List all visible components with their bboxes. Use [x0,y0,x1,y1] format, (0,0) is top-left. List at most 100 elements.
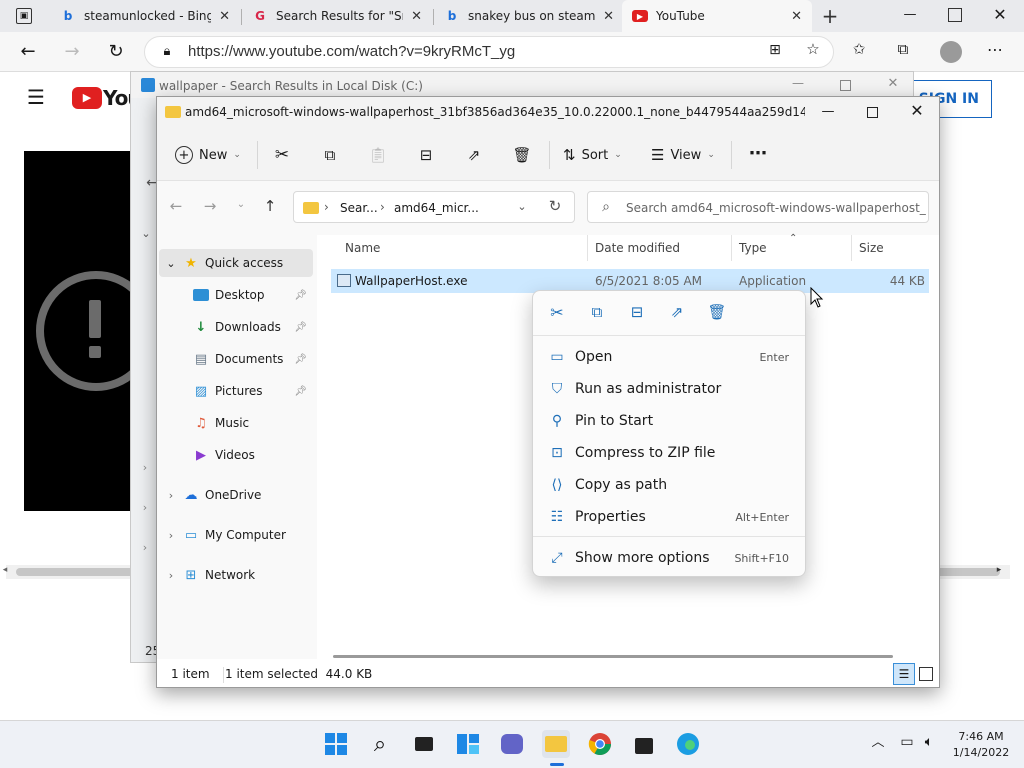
widgets-icon[interactable] [454,730,482,758]
apps-icon[interactable]: ⊞ [766,43,784,57]
close-icon[interactable]: ✕ [992,7,1008,23]
chevron-right-icon[interactable]: › [165,567,177,583]
column-type[interactable]: Type [739,241,767,255]
clock[interactable]: 7:46 AM 1/14/2022 [946,729,1016,761]
bg-chevron-right-icon[interactable]: › [139,462,151,473]
column-divider[interactable] [731,235,732,261]
file-explorer-icon[interactable] [542,730,570,758]
bg-close-icon[interactable]: ✕ [886,77,900,90]
pin-icon[interactable]: 📌︎ [294,322,307,333]
nav-pictures[interactable]: ▨ Pictures 📌︎ [159,377,313,405]
collections-icon[interactable]: ⧉ [894,42,912,57]
menu-open[interactable]: ▭ Open Enter [539,342,801,372]
address-breadcrumb[interactable]: › Sear... › amd64_micr... ⌄ ↻ [293,191,575,223]
add-favorite-icon[interactable]: ☆ [804,42,822,57]
view-button[interactable]: ☰ View ⌄ [651,144,715,166]
lock-icon[interactable]: 🔒︎ [160,43,174,59]
paste-icon[interactable]: 📋︎ [367,145,389,165]
tab-actions-icon[interactable]: ▣ [16,8,32,24]
menu-pin-to-start[interactable]: ⚲ Pin to Start [539,406,801,436]
breadcrumb-item[interactable]: Sear... [340,201,378,215]
restore-icon[interactable] [948,8,962,22]
delete-icon[interactable]: 🗑︎ [707,305,727,320]
back-icon[interactable]: ← [18,42,38,62]
chevron-down-icon[interactable]: ⌄ [516,201,528,212]
pin-icon[interactable]: 📌︎ [294,354,307,365]
rename-icon[interactable]: ⊟ [627,305,647,320]
column-date[interactable]: Date modified [595,241,680,255]
network-status-icon[interactable]: ▭ [898,735,916,749]
tab-youtube[interactable]: ▶ YouTube ✕ [622,0,812,32]
search-box[interactable]: ⌕ Search amd64_microsoft-windows-wallpap… [587,191,929,223]
sort-button[interactable]: ⇅ Sort ⌄ [563,144,622,166]
tiles-view-icon[interactable] [919,667,933,681]
recent-locations-icon[interactable]: ⌄ [235,200,247,210]
pin-icon[interactable]: 📌︎ [294,386,307,397]
nav-videos[interactable]: ▶ Videos [159,441,313,469]
scroll-left-icon[interactable]: ◂ [0,566,10,575]
nav-music[interactable]: ♫ Music [159,409,313,437]
refresh-icon[interactable]: ↻ [546,199,564,214]
menu-copy-as-path[interactable]: ⟨⟩ Copy as path [539,470,801,500]
delete-icon[interactable]: 🗑︎ [511,145,533,165]
scroll-right-icon[interactable]: ▸ [994,566,1004,575]
cut-icon[interactable]: ✂ [271,145,293,165]
tab-search-results[interactable]: G Search Results for "Snal ✕ [242,0,432,32]
share-icon[interactable]: ⇗ [463,145,485,165]
task-view-icon[interactable] [410,730,438,758]
more-options-icon[interactable]: ⋯ [986,42,1004,58]
youtube-logo-icon[interactable]: ▶ [72,87,102,109]
bg-maximize-icon[interactable] [840,80,851,91]
column-divider[interactable] [587,235,588,261]
new-button[interactable]: + New ⌄ [175,144,241,166]
list-scrollbar[interactable] [333,655,893,658]
chevron-down-icon[interactable]: ⌄ [165,255,177,271]
close-tab-icon[interactable]: ✕ [411,9,422,24]
menu-compress-zip[interactable]: ⊡ Compress to ZIP file [539,438,801,468]
chevron-up-icon[interactable]: ︿ [870,736,886,749]
minimize-icon[interactable]: — [821,105,835,118]
chevron-right-icon[interactable]: › [165,487,177,503]
nav-onedrive[interactable]: › ☁ OneDrive [159,481,313,509]
forward-icon[interactable]: → [201,199,219,214]
nav-network[interactable]: › ⊞ Network [159,561,313,589]
chevron-right-icon[interactable]: › [165,527,177,543]
nav-downloads[interactable]: ↓ Downloads 📌︎ [159,313,313,341]
chrome-icon[interactable] [586,730,614,758]
back-icon[interactable]: ← [167,199,185,214]
details-view-icon[interactable]: ☰ [893,663,915,685]
copy-icon[interactable]: ⧉ [319,145,341,165]
nav-desktop[interactable]: Desktop 📌︎ [159,281,313,309]
bg-minimize-icon[interactable]: — [791,77,805,89]
copy-icon[interactable]: ⧉ [587,305,607,320]
bg-chevron-down-icon[interactable]: ⌄ [139,228,153,239]
search-icon[interactable]: ⌕ [366,730,394,758]
favorites-icon[interactable]: ✩ [850,42,868,57]
column-size[interactable]: Size [859,241,884,255]
profile-avatar[interactable] [940,41,962,63]
tab-bing[interactable]: b steamunlocked - Bing ✕ [50,0,240,32]
menu-icon[interactable]: ☰ [26,87,46,107]
explorer-titlebar[interactable]: amd64_microsoft-windows-wallpaperhost_31… [157,97,939,129]
cut-icon[interactable]: ✂ [547,305,567,321]
maximize-icon[interactable] [867,107,878,118]
volume-icon[interactable]: 🔈︎ [920,735,938,749]
quick-access[interactable]: ⌄ ★ Quick access [159,249,313,277]
menu-show-more-options[interactable]: ⤢ Show more options Shift+F10 [539,543,801,573]
refresh-icon[interactable]: ↻ [106,42,126,62]
breadcrumb-item[interactable]: amd64_micr... [394,201,479,215]
bg-chevron-right-icon[interactable]: › [139,502,151,513]
column-divider[interactable] [851,235,852,261]
rename-icon[interactable]: ⊟ [415,145,437,165]
start-icon[interactable] [322,730,350,758]
forward-icon[interactable]: → [62,42,82,62]
pin-icon[interactable]: 📌︎ [294,290,307,301]
store-icon[interactable] [630,730,658,758]
close-tab-icon[interactable]: ✕ [603,9,614,24]
chat-icon[interactable] [498,730,526,758]
up-icon[interactable]: ↑ [261,199,279,214]
close-tab-icon[interactable]: ✕ [791,9,802,24]
more-icon[interactable]: ⋯ [747,143,769,165]
nav-my-computer[interactable]: › ▭ My Computer [159,521,313,549]
edge-icon[interactable] [674,730,702,758]
